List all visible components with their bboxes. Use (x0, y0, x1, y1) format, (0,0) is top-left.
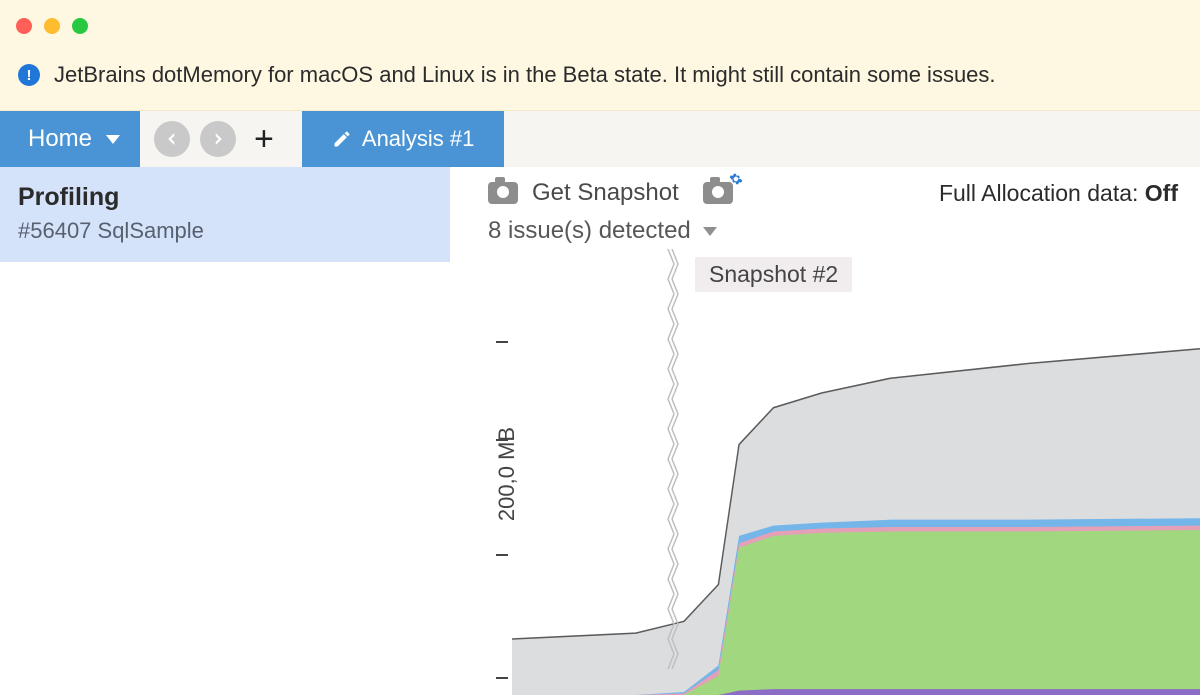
allocation-label: Full Allocation data: (939, 180, 1145, 206)
nav-back-button[interactable] (154, 121, 190, 157)
chevron-down-icon (703, 227, 717, 236)
add-tab-button[interactable]: + (246, 120, 282, 159)
window-titlebar (0, 0, 1200, 52)
issues-text: 8 issue(s) detected (488, 217, 691, 245)
nav-group: + (140, 111, 296, 167)
zoom-window-button[interactable] (72, 18, 88, 34)
sidebar: Profiling #56407 SqlSample (0, 167, 450, 695)
tab-label: Analysis #1 (362, 126, 475, 152)
chart-y-ticks (496, 253, 508, 695)
chevron-down-icon (106, 135, 120, 144)
get-snapshot-label: Get Snapshot (532, 179, 679, 207)
window-controls (16, 18, 88, 34)
sidebar-item-subtitle: #56407 SqlSample (18, 218, 432, 244)
allocation-value: Off (1145, 180, 1178, 206)
time-break-icon (666, 249, 680, 669)
allocation-status: Full Allocation data: Off (939, 180, 1178, 207)
nav-forward-button[interactable] (200, 121, 236, 157)
get-snapshot-button[interactable]: Get Snapshot (488, 179, 679, 207)
camera-icon (488, 182, 518, 204)
content-pane: Get Snapshot Full Allocation data: Off 8… (450, 167, 1200, 695)
memory-chart[interactable]: 200,0 MB Snapshot #2 (450, 253, 1200, 695)
issues-dropdown[interactable]: 8 issue(s) detected (450, 211, 1200, 253)
sidebar-item-profiling[interactable]: Profiling #56407 SqlSample (0, 167, 450, 262)
arrow-right-icon (209, 130, 227, 148)
home-label: Home (28, 125, 92, 153)
close-window-button[interactable] (16, 18, 32, 34)
tab-analysis-1[interactable]: Analysis #1 (302, 111, 505, 167)
main-toolbar: Home + Analysis #1 (0, 111, 1200, 167)
main-area: Profiling #56407 SqlSample Get Snapshot … (0, 167, 1200, 695)
gear-icon (729, 172, 743, 186)
home-button[interactable]: Home (0, 111, 140, 167)
content-toolbar: Get Snapshot Full Allocation data: Off (450, 167, 1200, 211)
snapshot-settings-button[interactable] (703, 182, 733, 204)
sidebar-item-title: Profiling (18, 183, 432, 212)
minimize-window-button[interactable] (44, 18, 60, 34)
info-icon: ! (18, 64, 40, 86)
arrow-left-icon (163, 130, 181, 148)
pencil-icon (332, 129, 352, 149)
banner-text: JetBrains dotMemory for macOS and Linux … (54, 62, 996, 88)
beta-notice-banner: ! JetBrains dotMemory for macOS and Linu… (0, 52, 1200, 111)
chart-canvas (512, 253, 1200, 695)
plus-icon: + (254, 120, 274, 159)
